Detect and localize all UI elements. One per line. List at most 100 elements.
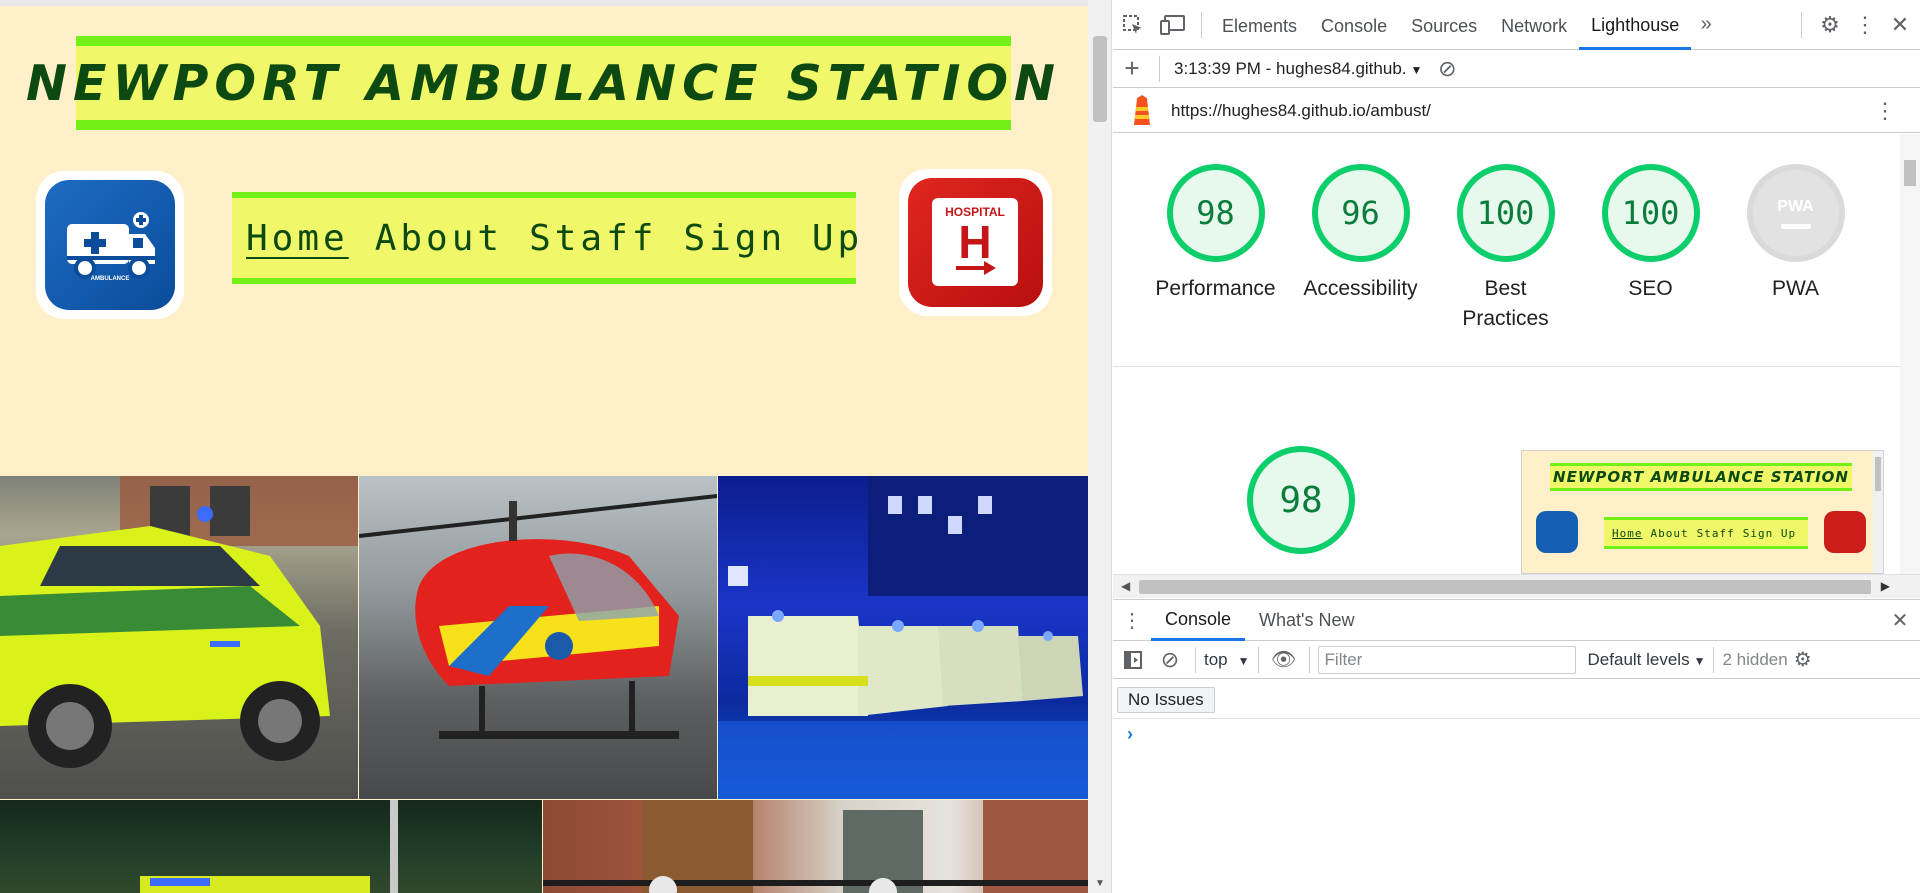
dropdown-arrow-icon: ▼	[1693, 653, 1706, 668]
gauge-label: Best Practices	[1462, 277, 1549, 330]
thumbnail-hospital-icon	[1824, 511, 1866, 553]
more-options-icon[interactable]: ⋮	[1850, 0, 1880, 50]
lighthouse-report: 98 Performance 96 Accessibility 100 Best…	[1113, 134, 1900, 574]
device-toolbar-icon[interactable]	[1153, 0, 1193, 50]
nav-signup-link[interactable]: Sign Up	[683, 218, 863, 259]
report-vertical-scrollbar[interactable]	[1900, 134, 1920, 574]
devtools-tab-bar: Elements Console Sources Network Lightho…	[1113, 0, 1920, 50]
gauge-label: Accessibility	[1303, 277, 1418, 300]
scroll-left-arrow-icon[interactable]: ◀	[1121, 579, 1130, 593]
final-screenshot-thumbnail[interactable]: NEWPORT AMBULANCE STATION Home About Sta…	[1521, 450, 1884, 574]
report-url[interactable]: https://hughes84.github.io/ambust/	[1171, 101, 1431, 121]
drawer-tab-bar: ⋮ Console What's New ✕	[1113, 599, 1920, 641]
gallery-photo-ambulance-side	[0, 800, 542, 893]
inspect-element-icon[interactable]	[1113, 0, 1153, 50]
drawer-tab-whats-new[interactable]: What's New	[1245, 599, 1368, 641]
tab-sources[interactable]: Sources	[1399, 0, 1489, 50]
hidden-count: 2 hidden	[1722, 649, 1788, 669]
gauge-performance[interactable]: 98 Performance	[1143, 164, 1288, 334]
scroll-down-arrow-icon[interactable]: ▼	[1095, 878, 1105, 889]
ambulance-icon: AMBULANCE	[67, 212, 155, 282]
toolbar-divider	[1713, 646, 1715, 673]
gauge-pwa[interactable]: PWA PWA	[1723, 164, 1868, 334]
clear-reports-icon[interactable]: ⊘	[1428, 50, 1466, 88]
horizontal-scrollbar-thumb[interactable]	[1139, 580, 1871, 594]
scroll-right-arrow-icon[interactable]: ▶	[1881, 579, 1890, 593]
drawer-tab-console[interactable]: Console	[1151, 599, 1246, 641]
pwa-badge-icon: PWA	[1746, 164, 1845, 262]
score-ring: 100	[1456, 164, 1555, 262]
nav-home-link[interactable]: Home	[246, 218, 349, 259]
report-menu-icon[interactable]: ⋮	[1874, 98, 1896, 124]
tab-lighthouse[interactable]: Lighthouse	[1579, 0, 1692, 50]
console-toolbar: ⊘ top▼ 👁 Default levels▼ 2 hidden ⚙	[1113, 641, 1920, 679]
console-filter-input[interactable]	[1317, 645, 1576, 674]
settings-gear-icon[interactable]: ⚙	[1810, 0, 1850, 50]
more-tabs-chevron-icon[interactable]: »	[1691, 0, 1721, 50]
gauge-label: Performance	[1155, 277, 1276, 300]
page-scrollbar[interactable]: ▼	[1088, 0, 1112, 893]
score-ring: 100	[1601, 164, 1700, 262]
console-prompt-chevron-icon[interactable]: ›	[1127, 724, 1133, 745]
thumbnail-ambulance-icon	[1536, 511, 1578, 553]
console-settings-gear-icon[interactable]: ⚙	[1788, 641, 1818, 679]
nav-staff-link[interactable]: Staff	[529, 218, 657, 259]
thumbnail-nav: Home About Staff Sign Up	[1604, 517, 1808, 549]
new-report-plus-icon[interactable]: +	[1113, 50, 1151, 88]
performance-main-gauge[interactable]: 98	[1247, 446, 1355, 554]
gauge-label: PWA	[1771, 277, 1820, 300]
show-sidebar-icon[interactable]	[1113, 641, 1153, 679]
toolbar-divider	[1257, 646, 1259, 673]
report-selector[interactable]: 3:13:39 PM - hughes84.github. ▼	[1174, 59, 1422, 79]
gauge-accessibility[interactable]: 96 Accessibility	[1288, 164, 1433, 334]
ambulance-logo: AMBULANCE	[36, 171, 184, 319]
website-page: NEWPORT AMBULANCE STATION AMBULANCE Home…	[0, 0, 1088, 893]
thumbnail-title: NEWPORT AMBULANCE STATION	[1550, 463, 1852, 491]
live-expression-eye-icon[interactable]: 👁	[1267, 641, 1301, 679]
issues-row: No Issues	[1113, 679, 1920, 719]
toolbar-divider	[1201, 11, 1202, 38]
thumbnail-scrollbar	[1873, 451, 1883, 573]
section-divider	[1113, 366, 1900, 367]
score-ring: 96	[1311, 164, 1410, 262]
svg-text:H: H	[958, 216, 991, 268]
gallery-photo-air-ambulance	[359, 476, 717, 799]
toolbar-divider	[1308, 646, 1310, 673]
report-horizontal-scrollbar[interactable]: ◀ ▶	[1113, 574, 1920, 598]
report-url-bar: https://hughes84.github.io/ambust/ ⋮	[1113, 89, 1920, 133]
gallery-photo-station-building	[543, 800, 1088, 893]
gallery-photo-ambulance-fleet-night	[718, 476, 1088, 799]
toolbar-divider	[1801, 11, 1802, 38]
no-issues-badge[interactable]: No Issues	[1117, 687, 1215, 713]
context-selector[interactable]: top ▼	[1204, 650, 1250, 670]
svg-text:AMBULANCE: AMBULANCE	[91, 276, 130, 282]
close-devtools-icon[interactable]: ✕	[1880, 0, 1920, 50]
gallery-photo-ambulance-car	[0, 476, 358, 799]
close-drawer-icon[interactable]: ✕	[1880, 599, 1920, 641]
main-nav: Home About Staff Sign Up	[232, 192, 859, 284]
gauge-seo[interactable]: 100 SEO	[1578, 164, 1723, 334]
score-ring: 98	[1247, 446, 1355, 554]
gauge-label: SEO	[1628, 277, 1673, 300]
tab-console[interactable]: Console	[1309, 0, 1399, 50]
site-title-banner: NEWPORT AMBULANCE STATION	[26, 36, 1055, 130]
tab-network[interactable]: Network	[1489, 0, 1579, 50]
gauge-best-practices[interactable]: 100 Best Practices	[1433, 164, 1578, 334]
score-ring: 98	[1166, 164, 1265, 262]
dropdown-arrow-icon: ▼	[1237, 653, 1250, 668]
dropdown-arrow-icon: ▼	[1410, 62, 1423, 77]
devtools-panel: Elements Console Sources Network Lightho…	[1113, 0, 1920, 893]
nav-about-link[interactable]: About	[375, 218, 503, 259]
hospital-sign-icon: HOSPITAL H	[932, 198, 1018, 286]
page-scrollbar-thumb[interactable]	[1093, 36, 1107, 122]
tab-elements[interactable]: Elements	[1210, 0, 1309, 50]
hospital-logo: HOSPITAL H	[899, 169, 1052, 316]
toolbar-divider	[1159, 55, 1160, 82]
clear-console-icon[interactable]: ⊘	[1153, 641, 1187, 679]
log-levels-dropdown[interactable]: Default levels ▼	[1588, 650, 1706, 670]
site-title: NEWPORT AMBULANCE STATION	[25, 54, 1062, 112]
lighthouse-logo-icon	[1113, 89, 1171, 133]
toolbar-divider	[1195, 646, 1196, 673]
drawer-menu-icon[interactable]: ⋮	[1113, 599, 1151, 641]
score-gauges: 98 Performance 96 Accessibility 100 Best…	[1143, 164, 1868, 334]
